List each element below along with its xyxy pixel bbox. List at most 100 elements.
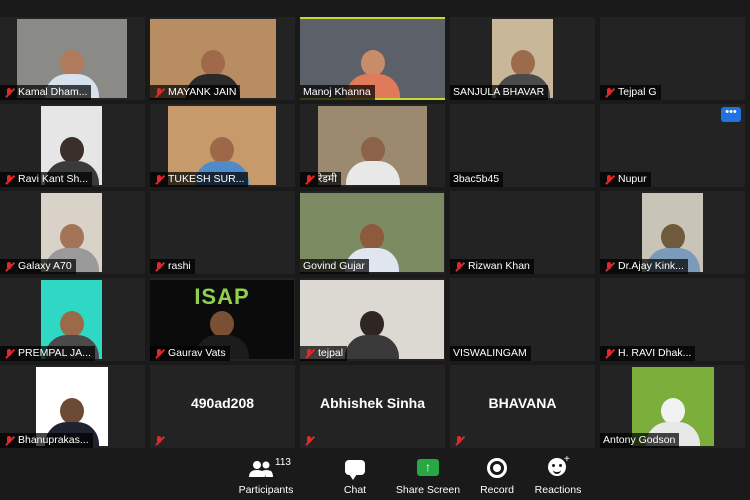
participant-name: PREMPAL JA... — [18, 347, 91, 359]
isap-logo: ISAP — [194, 284, 250, 309]
participant-display-name: 490ad208 — [190, 395, 255, 411]
participant-tile[interactable]: TUKESH SUR... — [150, 104, 295, 187]
participant-tile[interactable]: Tejpal G — [600, 17, 745, 100]
mic-muted-icon — [603, 261, 616, 273]
mic-muted-icon — [3, 348, 16, 360]
participant-tile[interactable]: ISAP Gaurav Vats — [150, 278, 295, 361]
participant-name: Ravi Kant Sh... — [18, 173, 89, 185]
share-screen-button[interactable]: ↑ Share Screen — [393, 454, 463, 496]
participant-name: VISWALINGAM — [453, 347, 527, 359]
participant-name: MAYANK JAIN — [168, 86, 237, 98]
mic-muted-icon — [153, 87, 166, 99]
participant-silhouette — [345, 311, 399, 359]
chat-icon — [345, 460, 365, 480]
participant-tile[interactable]: BHAVANA — [450, 365, 595, 448]
more-options-button[interactable]: ••• — [721, 107, 741, 122]
name-tag: MAYANK JAIN — [150, 85, 241, 100]
participant-silhouette — [345, 137, 400, 185]
participant-tile[interactable]: ••• Nupur — [600, 104, 745, 187]
mic-muted-icon — [603, 174, 616, 186]
participant-name: Gaurav Vats — [168, 347, 226, 359]
mic-muted-icon — [603, 348, 616, 360]
name-tag: PREMPAL JA... — [0, 346, 95, 361]
participant-tile[interactable]: Manoj Khanna — [300, 17, 445, 100]
participant-tile[interactable]: Ravi Kant Sh... — [0, 104, 145, 187]
participant-display-name: BHAVANA — [488, 395, 557, 411]
participants-count: 113 — [275, 457, 291, 468]
participant-tile[interactable]: Galaxy A70 — [0, 191, 145, 274]
participant-tile[interactable]: MAYANK JAIN — [150, 17, 295, 100]
participants-icon — [249, 461, 273, 477]
name-tag: Ravi Kant Sh... — [0, 172, 93, 187]
mic-muted-icon — [153, 348, 166, 360]
name-tag: रेडमी — [300, 172, 341, 187]
mic-muted-icon — [153, 435, 166, 447]
name-tag: VISWALINGAM — [450, 346, 531, 361]
name-tag — [450, 433, 472, 448]
participant-name: Galaxy A70 — [18, 260, 72, 272]
participant-tile[interactable]: tejpal — [300, 278, 445, 361]
participant-tile[interactable]: Kamal Dham... — [0, 17, 145, 100]
name-tag: H. RAVI Dhak... — [600, 346, 696, 361]
record-label: Record — [480, 484, 514, 496]
name-tag: Bhanuprakas... — [0, 433, 93, 448]
participant-name: Dr.Ajay Kink... — [618, 260, 684, 272]
name-tag — [150, 433, 172, 448]
participant-name: SANJULA BHAVAR — [453, 86, 545, 98]
participant-name: Tejpal G — [618, 86, 657, 98]
mic-muted-icon — [303, 435, 316, 447]
participant-tile[interactable]: Govind Gujar — [300, 191, 445, 274]
gallery-grid: Kamal Dham... MAYANK JAIN Manoj Khanna SANJ… — [0, 17, 750, 448]
name-tag: Nupur — [600, 172, 651, 187]
participant-tile[interactable]: SANJULA BHAVAR — [450, 17, 595, 100]
participant-name: tejpal — [318, 347, 344, 359]
mic-muted-icon — [303, 348, 316, 360]
participant-tile[interactable]: Bhanuprakas... — [0, 365, 145, 448]
participant-name: TUKESH SUR... — [168, 173, 245, 185]
participant-name: H. RAVI Dhak... — [618, 347, 692, 359]
mic-muted-icon — [3, 87, 16, 99]
participant-tile[interactable]: rashi — [150, 191, 295, 274]
participant-tile[interactable]: PREMPAL JA... — [0, 278, 145, 361]
participant-tile[interactable]: Rizwan Khan — [450, 191, 595, 274]
name-tag: Gaurav Vats — [150, 346, 230, 361]
reactions-label: Reactions — [534, 484, 582, 496]
mic-muted-icon — [153, 261, 166, 273]
participant-tile[interactable]: 3bac5b45 — [450, 104, 595, 187]
participant-name: 3bac5b45 — [453, 173, 500, 185]
participant-name: रेडमी — [318, 173, 337, 185]
mic-muted-icon — [453, 435, 466, 447]
participant-tile[interactable]: 490ad208 — [150, 365, 295, 448]
name-tag: Dr.Ajay Kink... — [600, 259, 688, 274]
name-tag: TUKESH SUR... — [150, 172, 249, 187]
share-screen-icon: ↑ — [417, 459, 439, 476]
participant-tile[interactable]: रेडमी — [300, 104, 445, 187]
participant-display-name: Abhishek Sinha — [319, 395, 426, 411]
participant-name: Rizwan Khan — [468, 260, 530, 272]
participant-name: rashi — [168, 260, 191, 272]
name-tag: Galaxy A70 — [0, 259, 76, 274]
participant-tile[interactable]: Antony Godson — [600, 365, 745, 448]
chat-button[interactable]: Chat — [320, 454, 390, 496]
mic-muted-icon — [3, 174, 16, 186]
participants-button[interactable]: 113 Participants — [231, 454, 301, 496]
participant-name: Govind Gujar — [303, 260, 365, 272]
participant-tile[interactable]: H. RAVI Dhak... — [600, 278, 745, 361]
name-tag: tejpal — [300, 346, 348, 361]
reactions-button[interactable]: + Reactions — [523, 454, 593, 496]
participant-tile[interactable]: Abhishek Sinha — [300, 365, 445, 448]
name-tag: 3bac5b45 — [450, 172, 504, 187]
record-button[interactable]: Record — [462, 454, 532, 496]
participant-name: Antony Godson — [603, 434, 676, 446]
record-icon — [487, 458, 507, 478]
participant-name: Nupur — [618, 173, 647, 185]
participant-tile[interactable]: VISWALINGAM — [450, 278, 595, 361]
name-tag: Kamal Dham... — [0, 85, 92, 100]
mic-muted-icon — [3, 435, 16, 447]
mic-muted-icon — [453, 261, 466, 273]
name-tag: Manoj Khanna — [300, 85, 375, 100]
name-tag: Govind Gujar — [300, 259, 369, 274]
meeting-toolbar: 113 Participants Chat ↑ Share Screen Rec… — [0, 448, 750, 500]
participant-tile[interactable]: Dr.Ajay Kink... — [600, 191, 745, 274]
participant-name: Kamal Dham... — [18, 86, 88, 98]
